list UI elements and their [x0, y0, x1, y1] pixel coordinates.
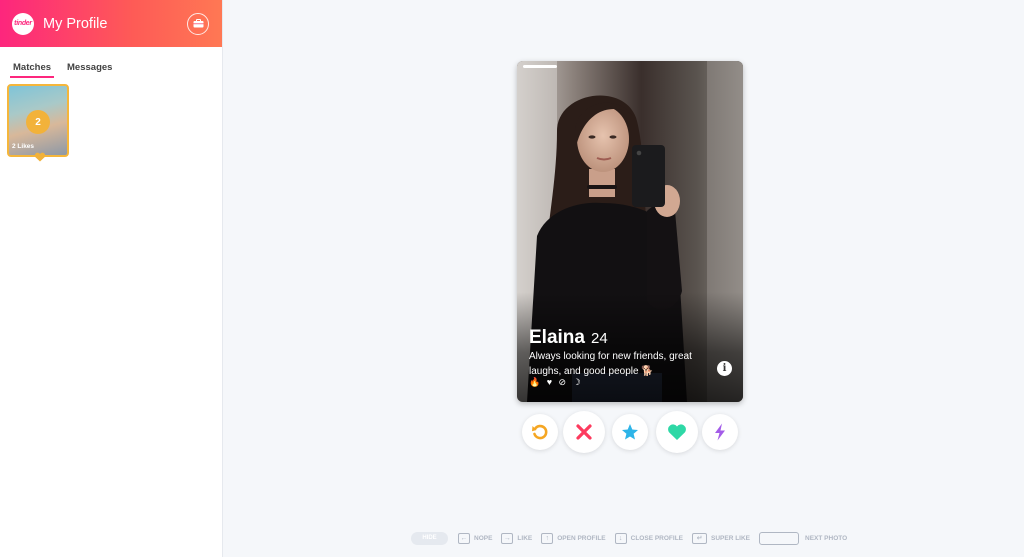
profile-name: Elaina — [529, 327, 585, 348]
open-profile-info-button[interactable]: i — [717, 361, 732, 376]
like-button[interactable] — [656, 411, 698, 453]
space-key-icon — [759, 531, 800, 545]
tab-messages[interactable]: Messages — [64, 62, 115, 78]
sidebar: tinder My Profile Matches Messages 2 2 L… — [0, 0, 223, 557]
left-arrow-key-icon: ← — [458, 532, 470, 544]
card-name-row: Elaina 24 — [529, 327, 608, 349]
boost-button[interactable] — [702, 414, 738, 450]
likes-you-card[interactable]: 2 2 Likes — [7, 84, 69, 162]
profile-interest-icons: 🔥 ♥ ⊘ ☽ — [529, 377, 583, 387]
my-profile-link[interactable]: My Profile — [43, 16, 187, 32]
profile-card[interactable]: Elaina 24 Always looking for new friends… — [517, 61, 743, 402]
briefcase-icon — [193, 19, 203, 28]
hide-shortcuts-button[interactable]: HIDE — [411, 531, 448, 545]
profile-age: 24 — [590, 330, 608, 347]
sidebar-tabs: Matches Messages — [0, 54, 222, 78]
hint-super-like: ↵ SUPER LIKE — [692, 532, 751, 544]
likes-label: 2 Likes — [12, 143, 35, 150]
rewind-icon — [532, 424, 548, 440]
hint-like-label: LIKE — [517, 534, 533, 542]
star-icon — [622, 424, 638, 440]
hint-close-profile: ↓ CLOSE PROFILE — [614, 532, 684, 544]
hint-close-profile-label: CLOSE PROFILE — [630, 534, 684, 542]
hint-like: → LIKE — [501, 532, 533, 544]
down-arrow-key-icon: ↓ — [614, 532, 627, 544]
info-icon: i — [722, 363, 727, 374]
up-arrow-key-icon: ↑ — [541, 532, 554, 544]
close-icon — [576, 424, 592, 440]
gold-heart-icon — [34, 152, 46, 162]
right-arrow-key-icon: → — [501, 532, 514, 544]
app-logo[interactable]: tinder — [12, 12, 34, 35]
keyboard-shortcuts-bar: HIDE ← NOPE → LIKE ↑ OPEN PROFILE ↓ CLOS… — [411, 531, 856, 545]
hint-open-profile: ↑ OPEN PROFILE — [541, 532, 606, 544]
hint-next-photo: NEXT PHOTO — [759, 531, 848, 545]
hint-nope: ← NOPE — [458, 532, 493, 544]
photo-progress-bar — [523, 65, 557, 68]
work-mode-button[interactable] — [187, 12, 209, 35]
lightning-icon — [715, 423, 725, 441]
sidebar-header: tinder My Profile — [0, 0, 222, 47]
hint-super-like-label: SUPER LIKE — [711, 534, 751, 542]
heart-icon — [668, 424, 686, 440]
tab-matches[interactable]: Matches — [10, 62, 55, 78]
nope-button[interactable] — [563, 411, 605, 453]
super-like-button[interactable] — [612, 414, 648, 450]
likes-count-badge: 2 — [26, 110, 50, 134]
enter-key-icon: ↵ — [692, 532, 708, 544]
logo-text: tinder — [14, 20, 32, 27]
rewind-button[interactable] — [522, 414, 558, 450]
hint-nope-label: NOPE — [474, 534, 493, 542]
hint-open-profile-label: OPEN PROFILE — [557, 534, 606, 542]
profile-bio: Always looking for new friends, great la… — [529, 351, 692, 377]
hint-next-photo-label: NEXT PHOTO — [805, 534, 848, 542]
